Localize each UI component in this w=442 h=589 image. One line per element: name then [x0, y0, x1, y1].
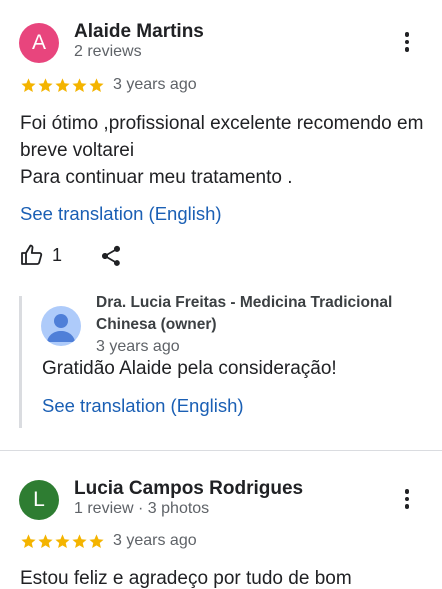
more-options-button[interactable] — [395, 485, 419, 513]
owner-avatar[interactable] — [41, 306, 81, 346]
review-author-name[interactable]: Lucia Campos Rodrigues — [74, 478, 303, 500]
star-icon — [21, 534, 36, 549]
review-time-ago: 3 years ago — [113, 76, 197, 93]
star-icon — [72, 78, 87, 93]
review-text: Estou feliz e agradeço por tudo de bom — [20, 568, 352, 589]
star-rating — [20, 77, 105, 94]
owner-reply-time-ago: 3 years ago — [96, 338, 180, 355]
review-author-meta: 2 reviews — [74, 43, 142, 60]
review-time-ago: 3 years ago — [113, 532, 197, 549]
reply-indent-bar — [19, 296, 22, 428]
star-icon — [21, 78, 36, 93]
share-button[interactable] — [99, 244, 123, 273]
review-author-meta: 1 review · 3 photos — [74, 500, 210, 517]
star-icon — [89, 78, 104, 93]
more-vert-icon — [404, 489, 410, 494]
star-icon — [55, 534, 70, 549]
like-button[interactable]: 1 — [20, 243, 62, 267]
star-icon — [72, 534, 87, 549]
more-vert-icon — [404, 32, 410, 37]
star-icon — [38, 78, 53, 93]
more-options-button[interactable] — [395, 28, 419, 56]
see-translation-link[interactable]: See translation (English) — [20, 203, 222, 225]
star-icon — [89, 534, 104, 549]
like-count: 1 — [52, 244, 63, 265]
star-icon — [38, 534, 53, 549]
review-author-name[interactable]: Alaide Martins — [74, 21, 204, 43]
avatar[interactable]: A — [19, 23, 59, 63]
star-rating — [20, 533, 105, 550]
owner-reply: Dra. Lucia Freitas - Medicina Tradiciona… — [0, 292, 442, 428]
review-card: A Alaide Martins 2 reviews 3 years ago F… — [0, 0, 442, 450]
owner-reply-text: Gratidão Alaide pela consideração! — [42, 358, 337, 379]
thumb-up-icon — [21, 244, 43, 265]
star-icon — [55, 78, 70, 93]
owner-see-translation-link[interactable]: See translation (English) — [42, 395, 244, 417]
review-text: Foi ótimo ,profissional excelente recome… — [20, 113, 424, 188]
person-icon — [47, 314, 75, 342]
review-card: L Lucia Campos Rodrigues 1 review · 3 ph… — [0, 451, 442, 589]
avatar[interactable]: L — [19, 480, 59, 520]
share-icon — [102, 245, 120, 266]
owner-name[interactable]: Dra. Lucia Freitas - Medicina Tradiciona… — [96, 292, 426, 336]
